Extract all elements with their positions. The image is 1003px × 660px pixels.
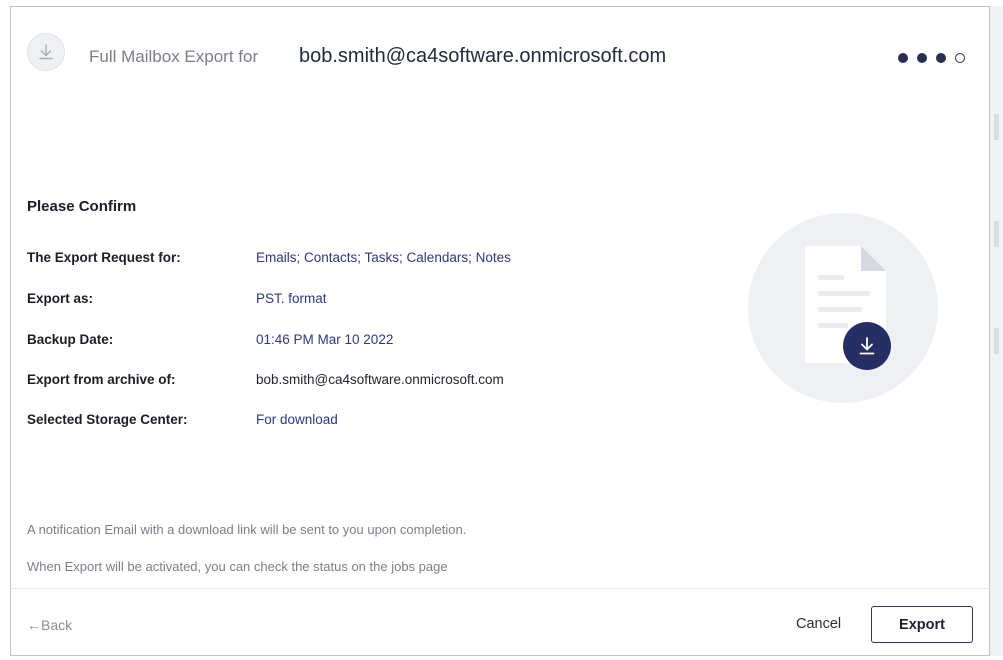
status-note: When Export will be activated, you can c… — [27, 559, 448, 574]
step-dot-2 — [917, 53, 927, 63]
download-icon — [27, 33, 65, 71]
storage-center-value: For download — [256, 412, 338, 427]
mailbox-email: bob.smith@ca4software.onmicrosoft.com — [299, 45, 667, 67]
document-download-illustration — [748, 213, 938, 403]
step-dot-1 — [898, 53, 908, 63]
step-dot-3 — [936, 53, 946, 63]
archive-source-label: Export from archive of: — [27, 372, 176, 387]
scrollbar[interactable] — [990, 6, 1003, 656]
export-button[interactable]: Export — [871, 606, 973, 643]
footer-divider — [10, 588, 990, 589]
document-icon — [805, 246, 886, 363]
export-request-label: The Export Request for: — [27, 250, 181, 265]
backup-date-label: Backup Date: — [27, 332, 114, 347]
confirm-heading: Please Confirm — [27, 198, 137, 215]
cancel-button[interactable]: Cancel — [796, 616, 841, 632]
export-as-value: PST. format — [256, 291, 327, 306]
step-dot-4 — [955, 53, 965, 63]
archive-source-value: bob.smith@ca4software.onmicrosoft.com — [256, 372, 504, 387]
back-link[interactable]: ←Back — [27, 617, 72, 633]
step-indicator — [898, 53, 965, 63]
download-arrow-icon — [843, 322, 891, 370]
backup-date-value: 01:46 PM Mar 10 2022 — [256, 332, 394, 347]
notification-note: A notification Email with a download lin… — [27, 522, 467, 537]
storage-center-label: Selected Storage Center: — [27, 412, 188, 427]
export-as-label: Export as: — [27, 291, 94, 306]
dialog-title: Full Mailbox Export for — [89, 47, 259, 66]
export-request-value: Emails; Contacts; Tasks; Calendars; Note… — [256, 250, 511, 265]
